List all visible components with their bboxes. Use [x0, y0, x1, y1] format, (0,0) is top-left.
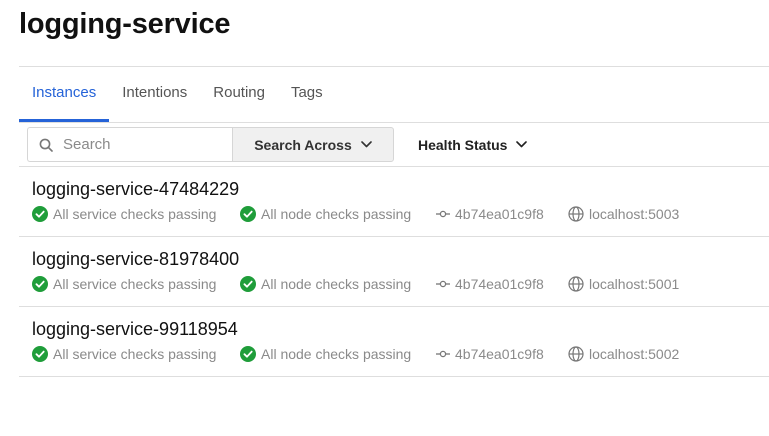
check-circle-icon — [240, 206, 256, 222]
page-title: logging-service — [19, 8, 231, 40]
node-checks-status: All node checks passing — [261, 206, 412, 222]
health-status-dropdown[interactable]: Health Status — [418, 127, 528, 162]
instance-name[interactable]: logging-service-47484229 — [32, 179, 239, 200]
health-status-label: Health Status — [418, 136, 508, 153]
tab-intentions[interactable]: Intentions — [109, 67, 200, 122]
page: logging-service Instances Intentions Rou… — [0, 0, 769, 436]
list-item[interactable]: logging-service-47484229 All service che… — [19, 167, 769, 237]
instance-address: localhost:5003 — [589, 206, 680, 222]
node-id: 4b74ea01c9f8 — [455, 346, 544, 362]
check-circle-icon — [32, 276, 48, 292]
tab-instances[interactable]: Instances — [19, 67, 110, 122]
instance-address: localhost:5001 — [589, 276, 680, 292]
node-checks-status: All node checks passing — [261, 346, 412, 362]
filter-bar: Search Across Health Status — [27, 127, 528, 162]
globe-icon — [568, 346, 584, 362]
instance-name[interactable]: logging-service-81978400 — [32, 249, 239, 270]
instance-address: localhost:5002 — [589, 346, 680, 362]
service-checks-status: All service checks passing — [53, 206, 217, 222]
chevron-down-icon — [360, 141, 372, 148]
search-box[interactable] — [27, 127, 232, 162]
search-across-label: Search Across — [254, 136, 352, 153]
globe-icon — [568, 276, 584, 292]
service-checks-status: All service checks passing — [53, 276, 217, 292]
node-id: 4b74ea01c9f8 — [455, 276, 544, 292]
instance-meta: All service checks passing All node chec… — [32, 346, 679, 362]
service-checks-status: All service checks passing — [53, 346, 217, 362]
list-item[interactable]: logging-service-99118954 All service che… — [19, 307, 769, 377]
globe-icon — [568, 206, 584, 222]
instance-meta: All service checks passing All node chec… — [32, 206, 679, 222]
chevron-down-icon — [516, 141, 528, 148]
check-circle-icon — [240, 346, 256, 362]
node-checks-status: All node checks passing — [261, 276, 412, 292]
tab-bar: Instances Intentions Routing Tags — [19, 67, 769, 122]
check-circle-icon — [240, 276, 256, 292]
search-input[interactable] — [63, 136, 213, 153]
node-id: 4b74ea01c9f8 — [455, 206, 544, 222]
instance-meta: All service checks passing All node chec… — [32, 276, 679, 292]
git-commit-icon — [436, 347, 450, 361]
tab-tags[interactable]: Tags — [278, 67, 336, 122]
git-commit-icon — [436, 277, 450, 291]
list-item[interactable]: logging-service-81978400 All service che… — [19, 237, 769, 307]
search-across-dropdown[interactable]: Search Across — [232, 127, 394, 162]
git-commit-icon — [436, 207, 450, 221]
tab-routing[interactable]: Routing — [200, 67, 278, 122]
instance-name[interactable]: logging-service-99118954 — [32, 319, 238, 340]
check-circle-icon — [32, 206, 48, 222]
check-circle-icon — [32, 346, 48, 362]
divider — [19, 122, 769, 123]
search-icon — [39, 138, 53, 152]
instance-list: logging-service-47484229 All service che… — [19, 167, 769, 377]
